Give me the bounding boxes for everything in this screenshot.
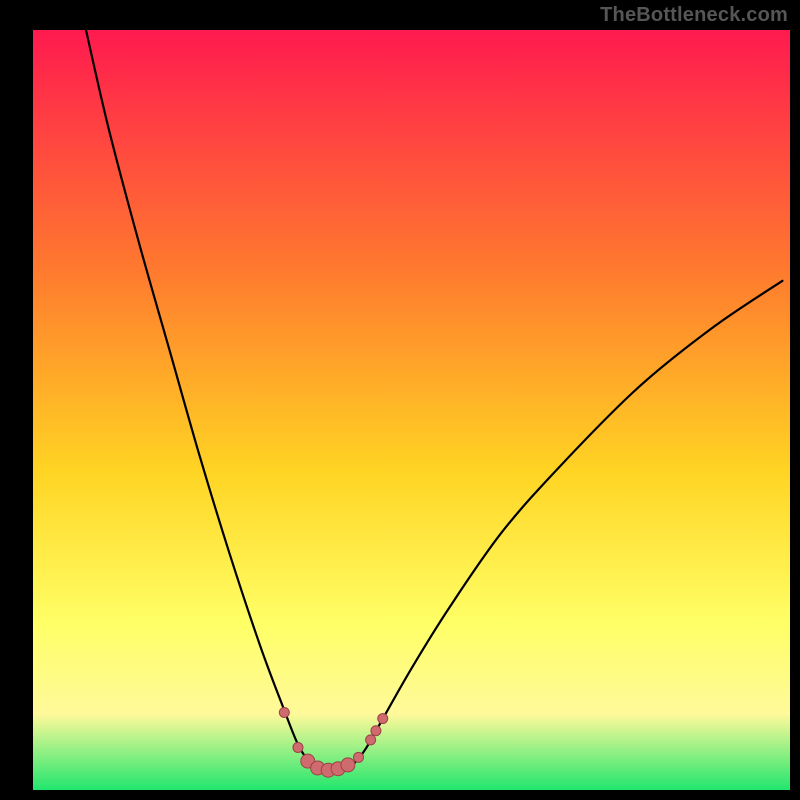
chart-container: { "watermark": "TheBottleneck.com", "col… [0, 0, 800, 800]
curve-marker [293, 742, 303, 752]
bottleneck-chart [0, 0, 800, 800]
curve-marker [341, 758, 355, 772]
watermark-text: TheBottleneck.com [600, 4, 788, 27]
curve-marker [378, 714, 388, 724]
curve-marker [279, 707, 289, 717]
curve-marker [366, 735, 376, 745]
curve-marker [354, 752, 364, 762]
curve-marker [371, 726, 381, 736]
plot-background [33, 30, 790, 790]
